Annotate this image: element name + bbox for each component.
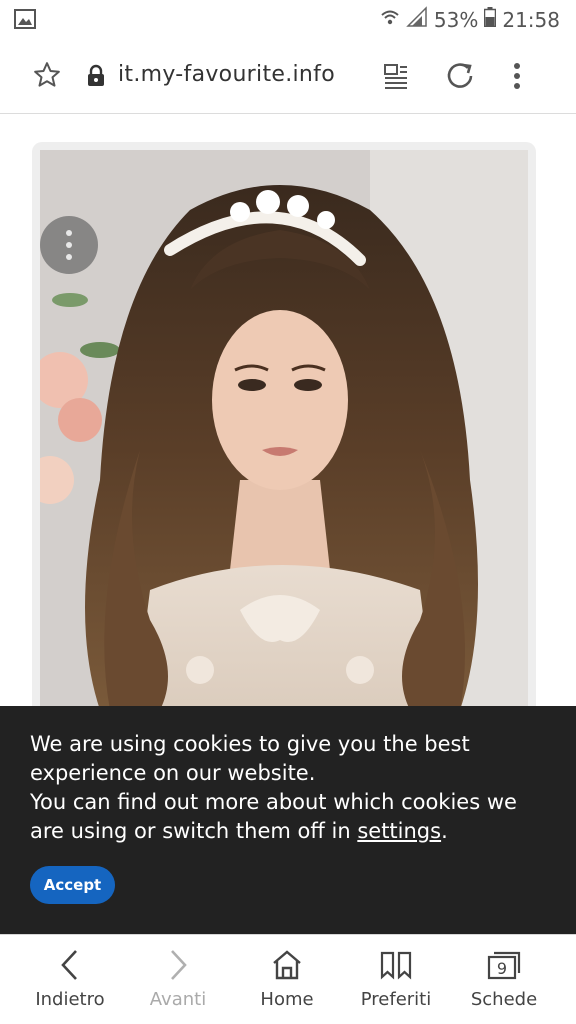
- cookie-line-1: We are using cookies to give you the bes…: [30, 732, 470, 785]
- bridal-hairstyle-photo[interactable]: [40, 150, 528, 750]
- reader-mode-icon[interactable]: [382, 62, 410, 95]
- home-icon: [232, 947, 342, 983]
- tabs-label: Schede: [470, 989, 538, 1010]
- more-options-icon[interactable]: [512, 62, 522, 95]
- back-label: Indietro: [35, 989, 105, 1010]
- battery-percent: 53%: [433, 8, 479, 32]
- lock-icon: [86, 64, 106, 93]
- clock: 21:58: [502, 8, 560, 32]
- tabs-icon: 9: [449, 947, 559, 983]
- signal-icon: [406, 6, 428, 34]
- dot-icon: [66, 254, 72, 260]
- bookmarks-button[interactable]: Preferiti: [341, 935, 451, 1024]
- tabs-button[interactable]: 9 Schede: [449, 935, 559, 1024]
- reload-icon[interactable]: [444, 60, 476, 97]
- settings-link[interactable]: settings: [357, 819, 441, 843]
- forward-label: Avanti: [149, 989, 207, 1010]
- bookmark-star-icon[interactable]: [32, 60, 62, 95]
- tab-count: 9: [497, 959, 507, 978]
- battery-icon: [484, 7, 497, 33]
- cookie-message: We are using cookies to give you the bes…: [30, 730, 555, 846]
- cookie-banner: We are using cookies to give you the bes…: [0, 706, 576, 934]
- dot-icon: [66, 230, 72, 236]
- cookie-line-2-suffix: .: [441, 819, 448, 843]
- back-button[interactable]: Indietro: [15, 935, 125, 1024]
- bookmarks-icon: [341, 947, 451, 983]
- chevron-left-icon: [15, 947, 125, 983]
- image-options-button[interactable]: [40, 216, 98, 274]
- bookmarks-label: Preferiti: [360, 989, 432, 1010]
- url-field[interactable]: it.my-favourite.info: [118, 62, 335, 87]
- accept-button[interactable]: Accept: [30, 866, 115, 904]
- bottom-navigation: Indietro Avanti Home Preferiti 9 Schede: [0, 934, 576, 1024]
- forward-button[interactable]: Avanti: [123, 935, 233, 1024]
- gallery-notification-icon: [14, 9, 36, 35]
- browser-screen: 53% 21:58 it.my-favourite.info We are us…: [0, 0, 576, 1024]
- home-label: Home: [260, 989, 314, 1010]
- address-bar: it.my-favourite.info: [0, 38, 576, 114]
- status-bar: 53% 21:58: [0, 0, 576, 38]
- dot-icon: [66, 242, 72, 248]
- chevron-right-icon: [123, 947, 233, 983]
- image-card: [32, 142, 536, 782]
- wifi-icon: [380, 7, 400, 33]
- home-button[interactable]: Home: [232, 935, 342, 1024]
